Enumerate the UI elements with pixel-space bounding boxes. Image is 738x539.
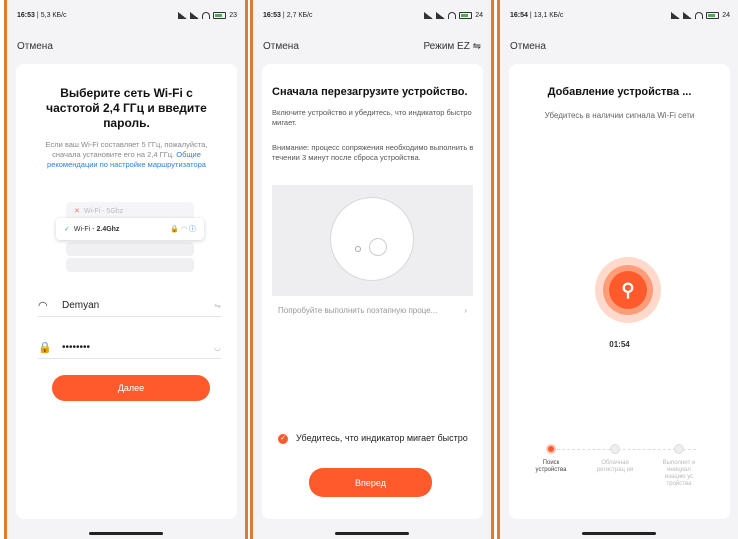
- battery-icon: [706, 11, 720, 19]
- step-dot: [610, 444, 620, 454]
- battery-icon: [459, 11, 473, 19]
- signal-icon-2: [190, 11, 200, 19]
- step-dot: [674, 444, 684, 454]
- step-cloud-registration: Облачная регистрац ия: [593, 444, 637, 474]
- forward-button[interactable]: Вперед: [309, 468, 432, 497]
- ssid-field[interactable]: ◠ Demyan ⇋: [38, 294, 221, 317]
- search-icon: ⚲: [609, 271, 647, 309]
- wifi-status-icon: [695, 11, 704, 19]
- countdown-timer: 01:54: [609, 340, 630, 349]
- status-time: 16:54: [510, 11, 528, 19]
- show-password-icon[interactable]: ◡: [214, 343, 221, 352]
- wifi-status-icon: [448, 11, 457, 19]
- cancel-button[interactable]: Отмена: [263, 41, 299, 52]
- battery-icon: [213, 11, 227, 19]
- nav-bar: Отмена Режим EZ ⇋: [263, 38, 481, 54]
- page-title: Выберите сеть Wi-Fi с частотой 2,4 ГГц и…: [46, 86, 207, 130]
- confirm-label: Убедитесь, что индикатор мигает быстро: [296, 433, 468, 443]
- wifi-icon: ◠: [38, 299, 48, 312]
- check-icon: ✓: [64, 226, 70, 233]
- cancel-button[interactable]: Отмена: [17, 41, 53, 52]
- device-image: [330, 197, 414, 281]
- wifi-card: Выберите сеть Wi-Fi с частотой 2,4 ГГц и…: [16, 64, 237, 519]
- switch-network-icon[interactable]: ⇋: [214, 301, 221, 310]
- ssid-value: Demyan: [62, 299, 100, 311]
- home-indicator: [582, 532, 656, 535]
- led-indicator: [355, 246, 361, 252]
- step-by-step-label: Попробуйте выполнить поэтапную проце...: [278, 306, 438, 315]
- step-search-device: Поиск устройства: [529, 444, 573, 474]
- status-speed: 13,1 КБ/с: [533, 11, 564, 19]
- wifi-24ghz-band: 2.4Ghz: [96, 225, 120, 233]
- chevron-right-icon: ›: [464, 306, 467, 315]
- wifi-row-24ghz: ✓ Wi-Fi - 2.4Ghz 🔒 ◠ ⓘ: [56, 218, 204, 240]
- wifi-status-icon: [202, 11, 211, 19]
- home-indicator: [335, 532, 409, 535]
- step-label: Облачная регистрац ия: [596, 460, 634, 473]
- status-bar: 16:53 | 2,7 КБ/с 24: [263, 11, 483, 19]
- battery-level: 23: [229, 11, 237, 19]
- page-title: Сначала перезагрузите устройство.: [272, 86, 468, 98]
- status-time: 16:53: [17, 11, 35, 19]
- signal-icon-2: [436, 11, 446, 19]
- step-by-step-link[interactable]: Попробуйте выполнить поэтапную проце... …: [278, 306, 467, 315]
- wifi-row-placeholder-1: [66, 242, 194, 256]
- wifi-row-placeholder-2: [66, 258, 194, 272]
- cancel-button[interactable]: Отмена: [510, 41, 546, 52]
- lock-wifi-info-icon: 🔒 ◠ ⓘ: [170, 226, 196, 233]
- device-illustration: [272, 185, 473, 296]
- cross-icon: ✕: [74, 208, 80, 215]
- checkbox-checked-icon[interactable]: ✓: [278, 434, 288, 444]
- nav-bar: Отмена: [510, 38, 728, 54]
- status-speed: 5,3 КБ/с: [40, 11, 67, 19]
- battery-level: 24: [722, 11, 730, 19]
- ez-mode-button[interactable]: Режим EZ ⇋: [423, 41, 481, 52]
- home-indicator: [89, 532, 163, 535]
- signal-icon: [671, 11, 681, 19]
- wifi-24ghz-prefix: Wi-Fi -: [73, 225, 95, 233]
- step-dot-active: [546, 444, 556, 454]
- search-animation: ⚲: [595, 257, 661, 323]
- warning-text: Внимание: процесс сопряжения необходимо …: [272, 143, 474, 162]
- lock-icon: 🔒: [38, 341, 52, 354]
- status-time: 16:53: [263, 11, 281, 19]
- description: Если ваш Wi-Fi составляет 5 ГГц, пожалуй…: [36, 140, 217, 170]
- screen-reset-device: 16:53 | 2,7 КБ/с 24 Отмена Режим EZ ⇋ Сн…: [250, 0, 494, 539]
- instruction-text: Включите устройство и убедитесь, что инд…: [272, 108, 472, 127]
- password-field[interactable]: 🔒 •••••••• ◡: [38, 336, 221, 359]
- screen-wifi-select: 16:53 | 5,3 КБ/с 23 Отмена Выберите сеть…: [4, 0, 248, 539]
- status-speed: 2,7 КБ/с: [286, 11, 313, 19]
- reset-card: Сначала перезагрузите устройство. Включи…: [262, 64, 483, 519]
- wifi-5ghz-label: Wi-Fi - 5Ghz: [83, 207, 124, 215]
- screen-adding-device: 16:54 | 13,1 КБ/с 24 Отмена Добавление у…: [497, 0, 738, 539]
- progress-steps: Поиск устройства Облачная регистрац ия В…: [529, 444, 716, 524]
- status-bar: 16:53 | 5,3 КБ/с 23: [17, 11, 237, 19]
- progress-card: Добавление устройства ... Убедитесь в на…: [509, 64, 730, 519]
- nav-bar: Отмена: [17, 38, 235, 54]
- confirm-checkbox[interactable]: ✓ Убедитесь, что индикатор мигает быстро: [278, 432, 473, 444]
- page-title: Добавление устройства ...: [547, 86, 692, 98]
- signal-icon: [424, 11, 434, 19]
- password-value: ••••••••: [62, 341, 91, 353]
- battery-level: 24: [475, 11, 483, 19]
- step-initialize-device: Выполнит е инициал изацию ус тройства: [657, 444, 701, 488]
- search-ring: ⚲: [603, 265, 653, 315]
- step-label: Поиск устройства: [535, 460, 567, 473]
- subtitle: Убедитесь в наличии сигнала Wi-Fi сети: [544, 111, 695, 120]
- wifi-illustration: ✕ Wi-Fi - 5Ghz ✓ Wi-Fi - 2.4Ghz 🔒 ◠ ⓘ: [56, 198, 204, 280]
- status-bar: 16:54 | 13,1 КБ/с 24: [510, 11, 730, 19]
- next-button[interactable]: Далее: [52, 375, 210, 401]
- power-button-icon: [369, 238, 387, 256]
- signal-icon: [178, 11, 188, 19]
- signal-icon-2: [683, 11, 693, 19]
- step-label: Выполнит е инициал изацию ус тройства: [662, 460, 696, 487]
